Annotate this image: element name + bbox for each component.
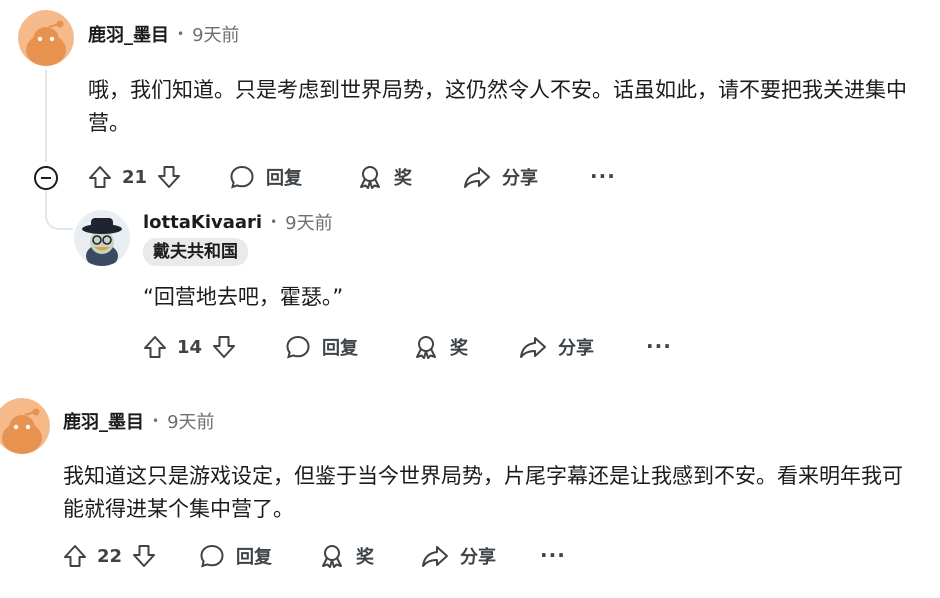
speech-bubble-icon bbox=[286, 335, 310, 359]
comment-author[interactable]: 鹿羽_墨目 bbox=[63, 408, 144, 434]
award-label: 奖 bbox=[450, 338, 468, 359]
comment-timestamp[interactable]: 9天前 bbox=[167, 408, 214, 434]
award-label: 奖 bbox=[394, 168, 412, 189]
snoo-avatar-icon bbox=[0, 398, 50, 454]
share-button[interactable]: 分享 bbox=[518, 333, 594, 361]
arrow-up-icon[interactable] bbox=[86, 163, 114, 191]
award-button[interactable]: 奖 bbox=[318, 542, 374, 570]
collapse-button[interactable] bbox=[32, 164, 60, 192]
snoo-avatar-icon bbox=[74, 210, 130, 266]
minus-circle-icon bbox=[34, 166, 58, 190]
award-label: 奖 bbox=[356, 547, 374, 568]
thread-line bbox=[45, 70, 47, 162]
arrow-down-icon[interactable] bbox=[210, 333, 238, 361]
arrow-up-icon[interactable] bbox=[61, 542, 89, 570]
vote-group: 14 bbox=[141, 333, 238, 361]
separator-dot: • bbox=[270, 215, 278, 229]
reply-label: 回复 bbox=[236, 547, 272, 568]
share-button[interactable]: 分享 bbox=[420, 542, 496, 570]
share-arrow-icon bbox=[422, 546, 448, 567]
snoo-avatar-icon bbox=[18, 10, 74, 66]
award-ribbon-icon bbox=[360, 166, 380, 189]
speech-bubble-icon bbox=[200, 544, 224, 568]
vote-count: 21 bbox=[122, 166, 148, 188]
share-label: 分享 bbox=[502, 168, 538, 189]
more-options-button[interactable]: ··· bbox=[646, 334, 672, 358]
share-label: 分享 bbox=[460, 547, 496, 568]
comment-body: “回营地去吧，霍瑟。” bbox=[143, 285, 344, 309]
user-flair: 戴夫共和国 bbox=[143, 238, 248, 266]
avatar[interactable] bbox=[74, 210, 130, 266]
avatar[interactable] bbox=[18, 10, 74, 66]
thread-line-branch bbox=[45, 190, 73, 230]
vote-count: 22 bbox=[97, 545, 123, 567]
reply-label: 回复 bbox=[322, 338, 358, 359]
separator-dot: • bbox=[177, 27, 185, 41]
share-arrow-icon bbox=[464, 167, 490, 188]
award-button[interactable]: 奖 bbox=[412, 333, 468, 361]
comment-body: 哦，我们知道。只是考虑到世界局势，这仍然令人不安。话虽如此，请不要把我关进集中营… bbox=[88, 78, 907, 135]
speech-bubble-icon bbox=[230, 165, 254, 189]
award-ribbon-icon bbox=[322, 545, 342, 568]
more-options-button[interactable]: ··· bbox=[540, 543, 566, 567]
arrow-down-icon[interactable] bbox=[130, 542, 158, 570]
award-ribbon-icon bbox=[416, 336, 436, 359]
more-options-button[interactable]: ··· bbox=[590, 164, 616, 188]
share-button[interactable]: 分享 bbox=[462, 163, 538, 191]
arrow-down-icon[interactable] bbox=[155, 163, 183, 191]
reply-button[interactable]: 回复 bbox=[198, 542, 272, 570]
share-label: 分享 bbox=[558, 338, 594, 359]
arrow-up-icon[interactable] bbox=[141, 333, 169, 361]
comment-timestamp[interactable]: 9天前 bbox=[192, 21, 239, 47]
comment-author[interactable]: lottaKivaari bbox=[143, 212, 262, 233]
avatar[interactable] bbox=[0, 398, 50, 454]
reply-button[interactable]: 回复 bbox=[284, 333, 358, 361]
separator-dot: • bbox=[152, 414, 160, 428]
vote-group: 21 bbox=[86, 163, 183, 191]
comment-timestamp[interactable]: 9天前 bbox=[285, 209, 332, 235]
share-arrow-icon bbox=[520, 337, 546, 358]
vote-group: 22 bbox=[61, 542, 158, 570]
vote-count: 14 bbox=[177, 336, 203, 358]
reply-button[interactable]: 回复 bbox=[228, 163, 302, 191]
reply-label: 回复 bbox=[266, 168, 302, 189]
comment-body: 我知道这只是游戏设定，但鉴于当今世界局势，片尾字幕还是让我感到不安。看来明年我可… bbox=[63, 464, 903, 521]
award-button[interactable]: 奖 bbox=[356, 163, 412, 191]
comment-author[interactable]: 鹿羽_墨目 bbox=[88, 21, 169, 47]
